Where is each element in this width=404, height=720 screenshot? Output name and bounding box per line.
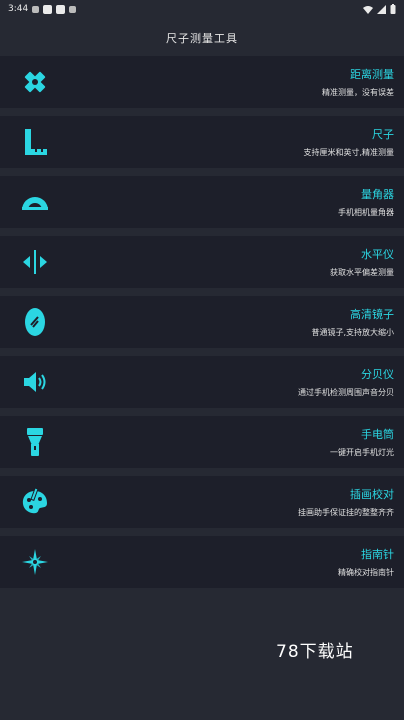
notification-icon bbox=[69, 5, 77, 13]
tool-item-compass[interactable]: 指南针 精确校对指南针 bbox=[0, 536, 404, 588]
tool-title: 分贝仪 bbox=[361, 368, 394, 381]
palette-icon bbox=[17, 484, 53, 520]
tool-item-distance[interactable]: 距离测量 精准测量，没有误差 bbox=[0, 56, 404, 108]
tool-title: 插画校对 bbox=[350, 488, 394, 501]
battery-icon bbox=[390, 4, 396, 14]
tool-subtitle: 通过手机检测周围声音分贝 bbox=[298, 388, 394, 397]
tool-title: 高清镜子 bbox=[350, 308, 394, 321]
compass-icon bbox=[17, 544, 53, 580]
notification-icon bbox=[43, 4, 53, 14]
tool-title: 量角器 bbox=[361, 188, 394, 201]
tool-subtitle: 获取水平偏差测量 bbox=[330, 268, 394, 277]
tool-item-ruler[interactable]: 尺子 支持厘米和英寸,精准测量 bbox=[0, 116, 404, 168]
wifi-icon bbox=[363, 5, 373, 14]
decibel-icon bbox=[17, 364, 53, 400]
watermark-text: 78下载站 bbox=[276, 642, 354, 662]
level-icon bbox=[17, 244, 53, 280]
distance-ruler-icon bbox=[17, 64, 53, 100]
mirror-icon bbox=[17, 304, 53, 340]
page-title: 尺子测量工具 bbox=[166, 32, 238, 45]
protractor-icon bbox=[17, 184, 53, 220]
tool-title: 指南针 bbox=[361, 548, 394, 561]
tool-title: 距离测量 bbox=[350, 68, 394, 81]
tool-item-protractor[interactable]: 量角器 手机相机量角器 bbox=[0, 176, 404, 228]
tool-subtitle: 精确校对指南针 bbox=[338, 568, 394, 577]
ruler-icon bbox=[17, 124, 53, 160]
tool-subtitle: 普通镜子,支持放大缩小 bbox=[311, 328, 394, 337]
tool-subtitle: 一键开启手机灯光 bbox=[330, 448, 394, 457]
tool-item-level[interactable]: 水平仪 获取水平偏差测量 bbox=[0, 236, 404, 288]
notification-icon bbox=[56, 4, 66, 14]
notification-icon bbox=[32, 5, 40, 13]
tool-item-illustration-check[interactable]: 插画校对 挂画助手保证挂的整整齐齐 bbox=[0, 476, 404, 528]
tool-item-flashlight[interactable]: 手电筒 一键开启手机灯光 bbox=[0, 416, 404, 468]
tool-item-decibel[interactable]: 分贝仪 通过手机检测周围声音分贝 bbox=[0, 356, 404, 408]
tool-subtitle: 手机相机量角器 bbox=[338, 208, 394, 217]
signal-icon bbox=[377, 4, 386, 14]
tool-subtitle: 挂画助手保证挂的整整齐齐 bbox=[298, 508, 394, 517]
app-title-bar: 尺子测量工具 bbox=[0, 18, 404, 58]
flashlight-icon bbox=[17, 424, 53, 460]
tool-item-mirror[interactable]: 高清镜子 普通镜子,支持放大缩小 bbox=[0, 296, 404, 348]
status-time: 3:44 bbox=[8, 4, 29, 14]
tool-subtitle: 支持厘米和英寸,精准测量 bbox=[303, 148, 394, 157]
tool-title: 尺子 bbox=[372, 128, 394, 141]
tool-list: 距离测量 精准测量，没有误差 尺子 支持厘米和英寸,精准测量 量角器 手机相机量… bbox=[0, 56, 404, 596]
tool-subtitle: 精准测量，没有误差 bbox=[322, 88, 394, 97]
tool-title: 手电筒 bbox=[361, 428, 394, 441]
tool-title: 水平仪 bbox=[361, 248, 394, 261]
status-bar: 3:44 bbox=[0, 0, 404, 18]
